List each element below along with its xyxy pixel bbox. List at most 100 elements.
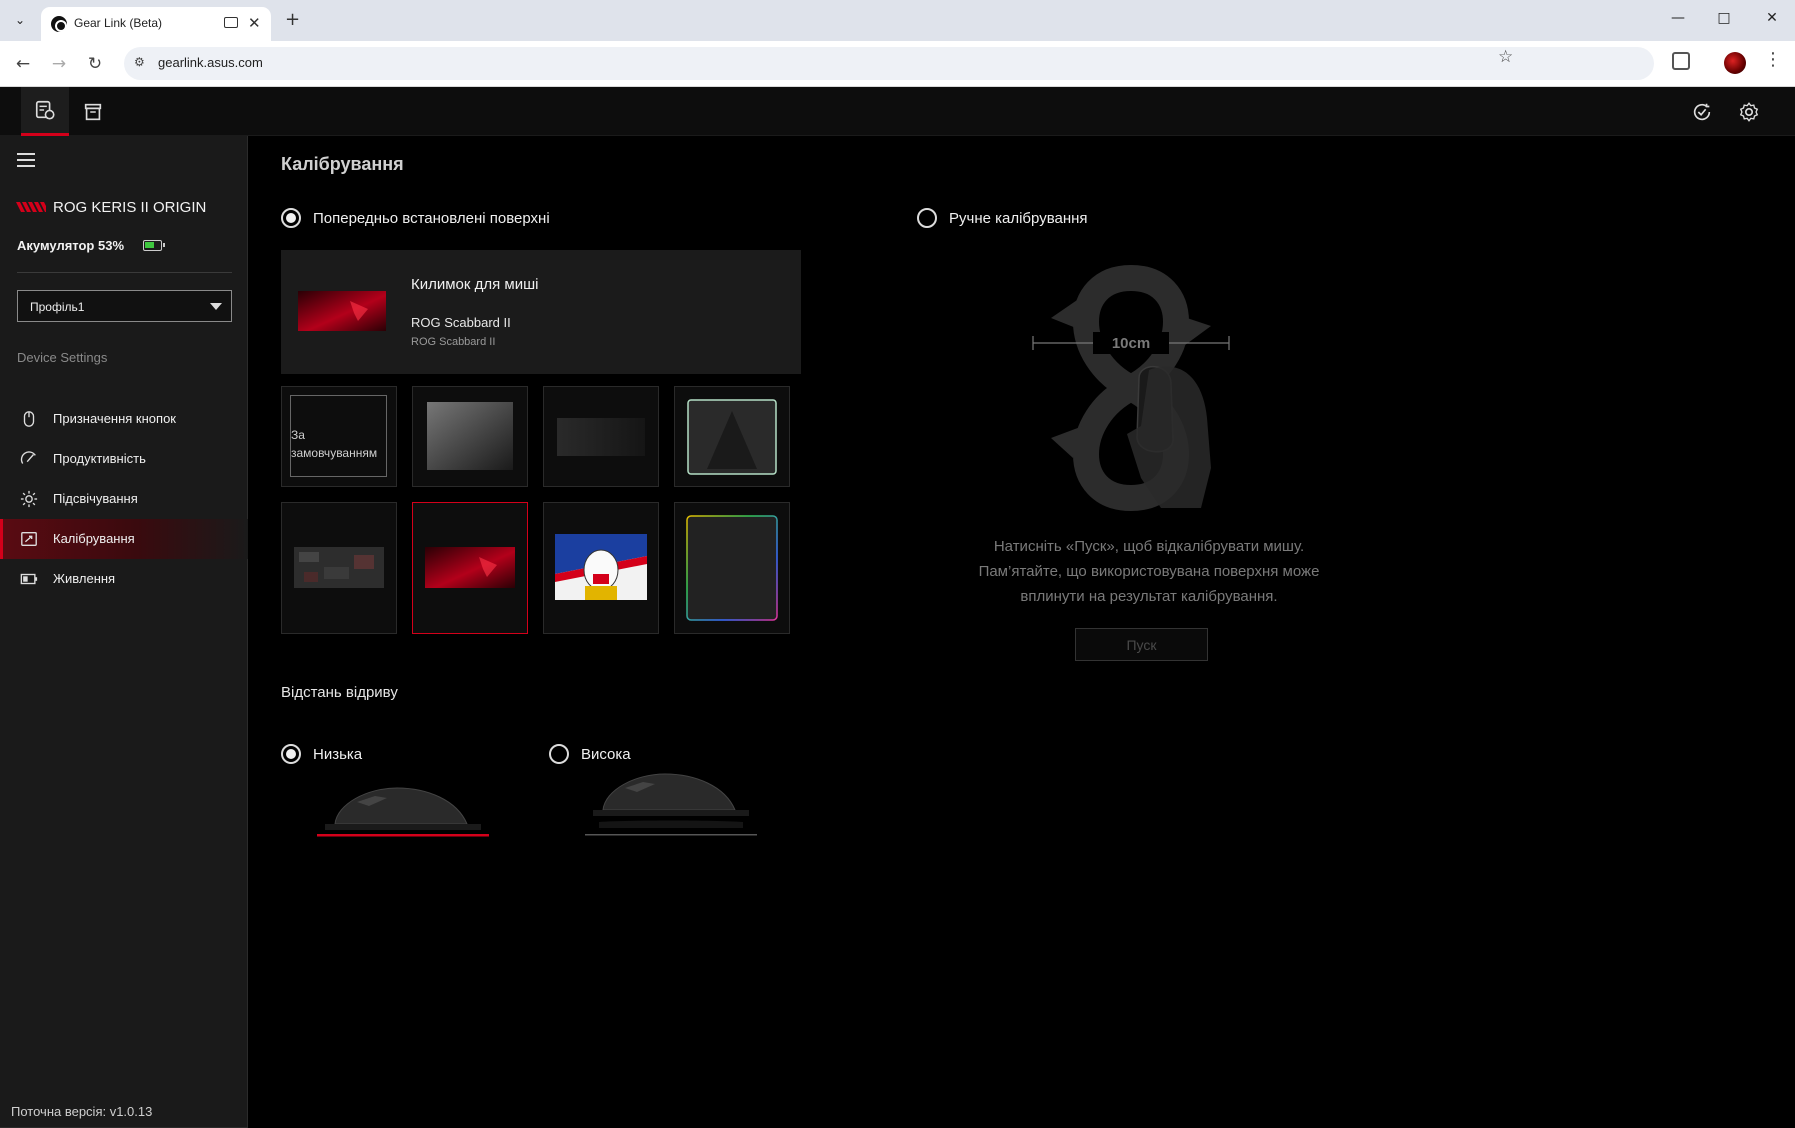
pad-pattern-extended-image [294,547,384,588]
page-title: Калібрування [281,154,404,174]
performance-gauge-icon [19,450,39,468]
gear-icon [1739,102,1759,122]
start-calibration-label: Пуск [1126,637,1157,653]
sidebar-item-label: Калібрування [53,531,135,546]
manual-desc-line-2: Пам’ятайте, що використовувана поверхня … [978,563,1320,580]
app-top-bar [0,87,1795,136]
battery-power-icon [19,570,39,588]
distance-10cm-label: 10cm [1112,335,1150,352]
browser-address-bar: ← → ↻ ⚙ gearlink.asus.com ☆ ⋮ [0,41,1795,87]
pad-info-name: ROG Scabbard II [411,315,511,330]
bookmark-star-icon[interactable]: ☆ [1498,47,1513,67]
browser-menu-dots-icon[interactable]: ⋮ [1764,49,1782,70]
sync-check-button[interactable] [1689,99,1715,125]
selected-pad-info: Килимок для миші ROG Scabbard II ROG Sca… [281,250,801,374]
lift-high-radio[interactable] [549,744,569,764]
manual-calibration-label[interactable]: Ручне калібрування [949,210,1088,227]
back-arrow-icon[interactable]: ← [13,54,33,74]
maximize-window-icon[interactable]: □ [1714,10,1734,26]
pad-card-rog-scabbard-selected[interactable] [412,502,528,634]
reload-icon[interactable]: ↻ [85,54,105,74]
forward-arrow-icon[interactable]: → [49,54,69,74]
main-content: Калібрування Попередньо встановлені пове… [249,136,1795,1128]
mouse-icon [19,410,39,428]
minimize-window-icon[interactable]: — [1668,10,1688,26]
sync-check-icon [1693,103,1711,121]
pad-card-default[interactable]: За замовчуванням [281,386,397,487]
store-tab-button[interactable] [69,87,117,136]
chevron-down-icon [210,303,222,310]
browser-tab-title: Gear Link (Beta) [74,16,163,30]
pad-card-4[interactable] [674,386,790,487]
close-window-icon[interactable]: ✕ [1762,10,1782,26]
device-manager-icon [35,100,55,120]
device-name: ROG KERIS II ORIGIN [53,199,207,216]
manual-calibration-radio[interactable] [917,208,937,228]
media-playing-icon[interactable] [224,17,238,28]
store-icon [84,103,102,120]
mouse-high-lift-illustration [585,773,757,836]
pad-rgb-square-image [686,515,778,621]
gear-link-favicon-icon [51,16,67,32]
pad-info-subtitle: ROG Scabbard II [411,336,496,348]
figure-eight-calibration-illustration: 10cm [1032,264,1230,512]
lift-high-label[interactable]: Висока [581,746,631,763]
pad-card-5[interactable] [281,502,397,634]
pad-card-3[interactable] [543,386,659,487]
browser-tab-bar: ⌄ Gear Link (Beta) ✕ + — □ ✕ [0,0,1795,41]
sidebar-divider [17,272,232,273]
sidebar-item-power[interactable]: Живлення [0,559,248,599]
lift-off-distance-heading: Відстань відриву [281,684,398,701]
battery-icon [143,240,165,251]
device-tab-button[interactable] [21,87,69,136]
hamburger-menu-icon[interactable] [17,153,35,167]
sidebar: ROG KERIS II ORIGIN Акумулятор 53% Профі… [0,136,248,1128]
profile-select[interactable]: Профіль1 [17,290,232,322]
lift-low-label[interactable]: Низька [313,746,362,763]
rog-scabbard-pad-image [425,547,515,588]
preset-surfaces-radio[interactable] [281,208,301,228]
close-tab-icon[interactable]: ✕ [248,14,261,32]
pad-card-7[interactable] [543,502,659,634]
lift-low-radio[interactable] [281,744,301,764]
rog-red-stripes-logo-icon [16,202,46,212]
calibration-icon [19,530,39,548]
rog-scabbard-pad-image [298,291,386,331]
tab-search-dropdown-icon[interactable]: ⌄ [8,8,32,32]
url-text[interactable]: gearlink.asus.com [158,55,263,70]
browser-profile-avatar[interactable] [1724,52,1746,74]
app-version: Поточна версія: v1.0.13 [11,1104,153,1119]
sidebar-item-label: Підсвічування [53,491,138,506]
site-info-icon[interactable]: ⚙ [134,55,150,71]
preset-surfaces-label[interactable]: Попередньо встановлені поверхні [313,210,550,227]
pad-dark-extended-image [557,418,645,456]
manual-calibration-description: Натисніть «Пуск», щоб відкалібрувати миш… [914,534,1384,609]
sidebar-item-lighting[interactable]: Підсвічування [0,479,248,519]
omnibox[interactable]: ⚙ gearlink.asus.com [124,47,1654,80]
device-settings-heading: Device Settings [17,350,108,365]
extensions-puzzle-icon[interactable] [1672,52,1690,70]
profile-select-value: Профіль1 [30,300,85,314]
pad-glass-triangle-image [687,399,777,475]
sidebar-item-calibration[interactable]: Калібрування [0,519,248,559]
default-pad-frame: За замовчуванням [290,395,387,477]
browser-tab[interactable]: Gear Link (Beta) ✕ [41,7,271,41]
sidebar-item-button-assignment[interactable]: Призначення кнопок [0,399,248,439]
sidebar-item-label: Продуктивність [53,451,146,466]
sidebar-item-label: Живлення [53,571,116,586]
pad-card-2[interactable] [412,386,528,487]
pad-gundam-image [555,534,647,600]
settings-button[interactable] [1736,99,1762,125]
new-tab-plus-icon[interactable]: + [285,9,300,30]
manual-desc-line-3: вплинути на результат калібрування. [1020,588,1278,605]
pad-card-8[interactable] [674,502,790,634]
start-calibration-button[interactable]: Пуск [1075,628,1208,661]
sidebar-item-performance[interactable]: Продуктивність [0,439,248,479]
pad-info-title: Килимок для миші [411,276,539,293]
pad-gray-gradient-image [427,402,513,470]
pad-card-default-label: За замовчуванням [291,428,378,460]
mouse-low-lift-illustration [317,787,489,837]
lighting-sun-icon [19,490,39,508]
sidebar-item-label: Призначення кнопок [53,411,176,426]
manual-desc-line-1: Натисніть «Пуск», щоб відкалібрувати миш… [993,538,1305,555]
